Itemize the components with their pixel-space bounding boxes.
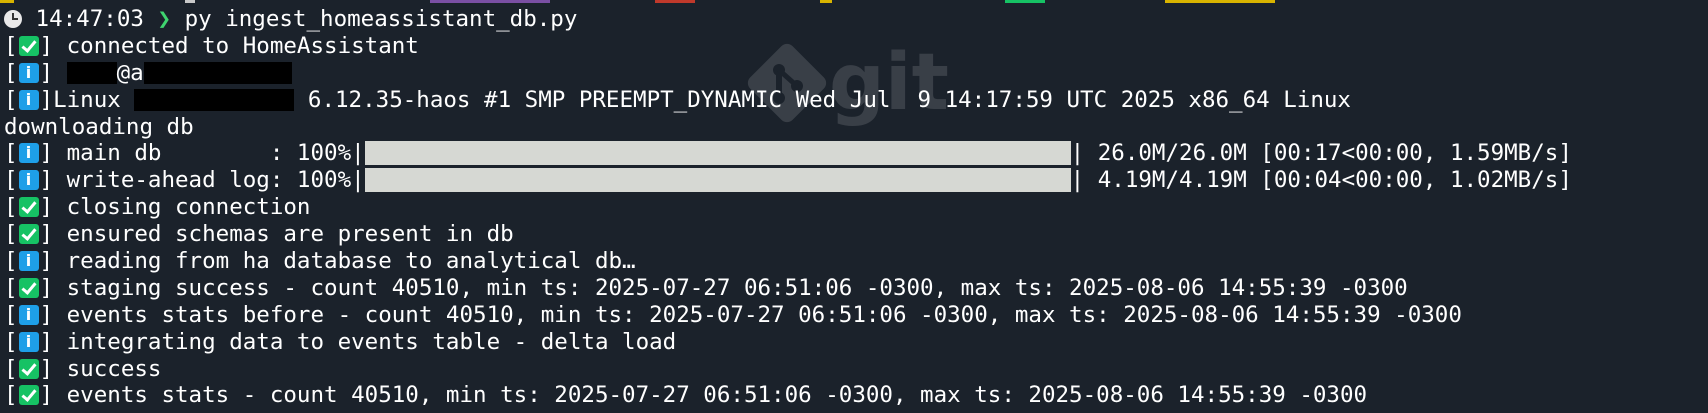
- success-check-icon: [18, 358, 39, 379]
- info-icon: [18, 89, 39, 110]
- log-text: events stats before - count 40510, min t…: [66, 301, 1462, 328]
- info-icon: [18, 331, 39, 352]
- log-line: []Linux 6.12.35-haos #1 SMP PREEMPT_DYNA…: [4, 87, 1704, 114]
- terminal-output: 14:47:03 ❯ py ingest_homeassistant_db.py…: [4, 6, 1704, 409]
- log-text: reading from ha database to analytical d…: [66, 248, 636, 275]
- log-text-suffix: 6.12.35-haos #1 SMP PREEMPT_DYNAMIC Wed …: [307, 86, 1351, 113]
- log-line: [] closing connection: [4, 194, 311, 221]
- progress-bar: [364, 141, 1071, 166]
- log-line: [] @a: [4, 60, 1704, 87]
- progress-line-wal: [] write-ahead log: 100%|| 4.19M/4.19M […: [4, 167, 1704, 194]
- log-text: downloading db: [4, 113, 194, 140]
- log-text: integrating data to events table - delta…: [66, 328, 677, 355]
- redacted-hostname: [143, 61, 292, 84]
- progress-label: write-ahead log: 100%|: [66, 167, 365, 194]
- log-line: [] ensured schemas are present in db: [4, 221, 514, 248]
- success-check-icon: [18, 277, 39, 298]
- success-check-icon: [18, 385, 39, 406]
- info-icon: [18, 170, 39, 191]
- progress-stats: | 26.0M/26.0M [00:17<00:00, 1.59MB/s]: [1070, 140, 1572, 167]
- log-line: [] events stats before - count 40510, mi…: [4, 302, 1704, 329]
- log-line: [] events stats - count 40510, min ts: 2…: [4, 382, 1368, 409]
- progress-bar: [364, 168, 1071, 193]
- info-icon: [18, 251, 39, 272]
- log-text: closing connection: [66, 194, 311, 221]
- log-text: staging success - count 40510, min ts: 2…: [66, 274, 1408, 301]
- log-line: [] reading from ha database to analytica…: [4, 248, 1704, 275]
- log-text: @a: [116, 59, 144, 86]
- info-icon: [18, 143, 39, 164]
- log-text-prefix: Linux: [53, 86, 121, 113]
- success-check-icon: [18, 197, 39, 218]
- progress-line-main-db: [] main db : 100%|| 26.0M/26.0M [00:17<0…: [4, 140, 1704, 167]
- progress-stats: | 4.19M/4.19M [00:04<00:00, 1.02MB/s]: [1070, 167, 1572, 194]
- info-icon: [18, 304, 39, 325]
- info-icon: [18, 62, 39, 83]
- previous-prompt-strip: [0, 0, 1708, 4]
- log-text: connected to HomeAssistant: [66, 32, 419, 59]
- prompt-chevron: ❯: [157, 6, 172, 32]
- log-line: [] integrating data to events table - de…: [4, 329, 1704, 356]
- log-line: [] connected to HomeAssistant: [4, 32, 419, 59]
- prompt-time: 14:47:03: [35, 6, 144, 32]
- redacted-username: [66, 61, 117, 84]
- progress-label: main db : 100%|: [66, 140, 365, 167]
- prompt-command[interactable]: py ingest_homeassistant_db.py: [185, 6, 578, 32]
- redacted-hostname: [134, 88, 295, 111]
- log-line: [] success: [4, 355, 162, 382]
- log-text: success: [66, 355, 162, 382]
- prompt-line: 14:47:03 ❯ py ingest_homeassistant_db.py: [4, 6, 1704, 33]
- log-line: downloading db: [4, 114, 1704, 141]
- log-text: ensured schemas are present in db: [66, 221, 514, 248]
- clock-icon: [4, 10, 22, 28]
- log-line: [] staging success - count 40510, min ts…: [4, 274, 1408, 301]
- log-text: events stats - count 40510, min ts: 2025…: [66, 382, 1368, 409]
- success-check-icon: [18, 35, 39, 56]
- success-check-icon: [18, 224, 39, 245]
